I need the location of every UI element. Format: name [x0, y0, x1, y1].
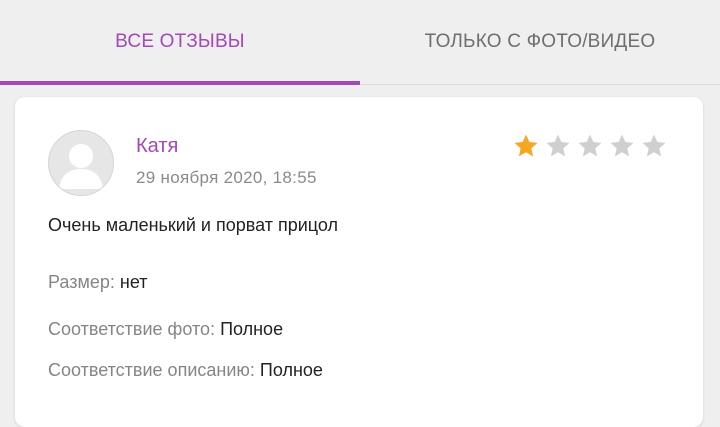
attribute-photo-match-value: Полное [220, 319, 284, 339]
tab-photo-video-only[interactable]: ТОЛЬКО С ФОТО/ВИДЕО [360, 0, 720, 84]
star-empty-icon [642, 134, 666, 157]
review-date: 29 ноября 2020, 18:55 [136, 168, 317, 187]
review-card: Катя 29 ноября 2020, 18:55 Очень маленьк… [15, 97, 703, 427]
star-filled-icon [514, 134, 538, 157]
user-avatar-icon [48, 130, 114, 196]
tab-photo-video-label: ТОЛЬКО С ФОТО/ВИДЕО [424, 31, 656, 52]
attribute-size: Размер: нет [48, 272, 148, 293]
star-rating [512, 132, 668, 160]
tab-all-reviews-label: ВСЕ ОТЗЫВЫ [115, 31, 245, 52]
attribute-size-label: Размер: [48, 272, 115, 292]
review-author: Катя [136, 135, 179, 157]
attribute-photo-match: Соответствие фото: Полное [48, 319, 283, 340]
active-tab-indicator [0, 81, 360, 85]
attribute-photo-match-label: Соответствие фото: [48, 319, 216, 339]
review-tabs: ВСЕ ОТЗЫВЫ ТОЛЬКО С ФОТО/ВИДЕО [0, 0, 720, 85]
attribute-description-match-value: Полное [259, 360, 323, 380]
attribute-description-match-label: Соответствие описанию: [48, 360, 255, 380]
star-empty-icon [610, 134, 634, 157]
star-empty-icon [546, 134, 570, 157]
attribute-size-value: нет [119, 272, 148, 292]
star-empty-icon [578, 134, 602, 157]
tab-all-reviews[interactable]: ВСЕ ОТЗЫВЫ [0, 0, 360, 84]
attribute-description-match: Соответствие описанию: Полное [48, 360, 323, 381]
review-text: Очень маленький и порват прицол [48, 215, 338, 235]
